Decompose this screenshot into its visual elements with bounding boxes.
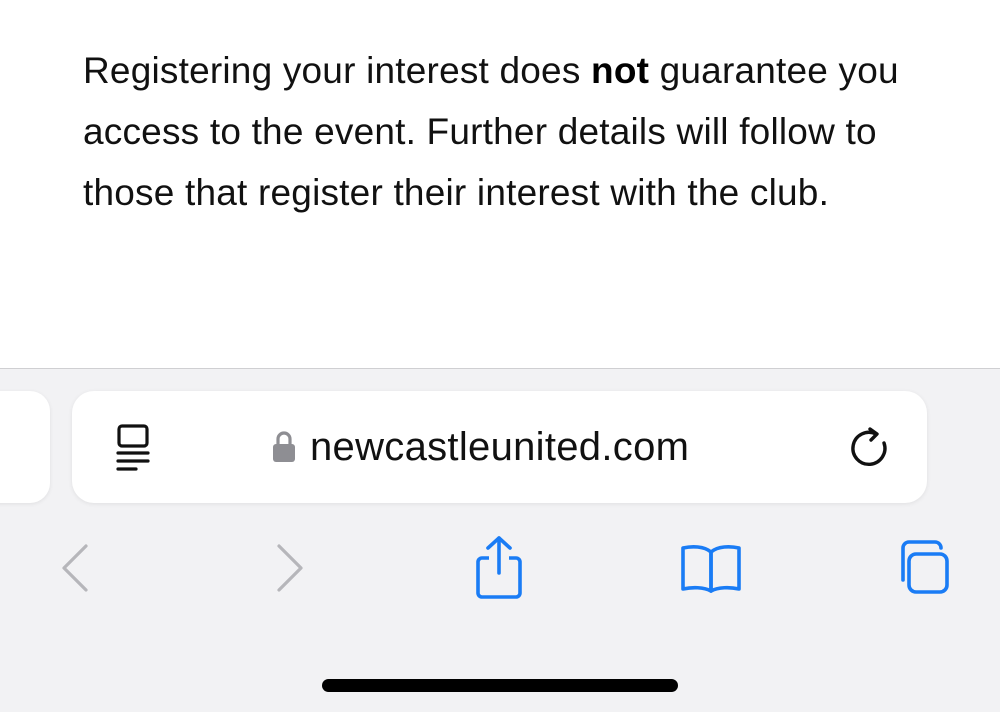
reload-icon[interactable] xyxy=(846,425,892,471)
url-field[interactable]: newcastleunited.com xyxy=(272,391,772,503)
tabs-button[interactable] xyxy=(886,535,956,605)
book-icon xyxy=(679,543,743,598)
web-content: Registering your interest does not guara… xyxy=(0,0,1000,368)
address-bar[interactable]: newcastleunited.com xyxy=(72,391,927,503)
share-button[interactable] xyxy=(464,535,534,605)
chevron-left-icon xyxy=(58,543,92,598)
url-text: newcastleunited.com xyxy=(310,424,690,469)
info-paragraph: Registering your interest does not guara… xyxy=(83,40,943,223)
back-button[interactable] xyxy=(40,535,110,605)
forward-button[interactable] xyxy=(255,535,325,605)
tabs-icon xyxy=(891,538,951,603)
bookmarks-button[interactable] xyxy=(676,535,746,605)
chevron-right-icon xyxy=(273,543,307,598)
reader-mode-icon[interactable] xyxy=(112,423,160,471)
safari-page: Registering your interest does not guara… xyxy=(0,0,1000,712)
home-indicator[interactable] xyxy=(322,679,678,692)
previous-tab-card[interactable] xyxy=(0,391,50,503)
paragraph-bold-word: not xyxy=(591,50,650,91)
share-icon xyxy=(471,535,527,606)
paragraph-text-start: Registering your interest does xyxy=(83,50,592,91)
browser-toolbar: newcastleunited.com xyxy=(0,368,1000,712)
lock-icon xyxy=(272,430,296,464)
